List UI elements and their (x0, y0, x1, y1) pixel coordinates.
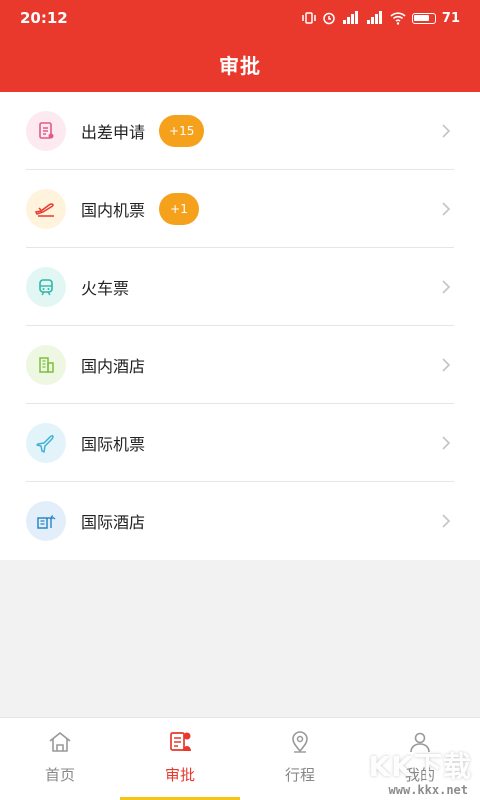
list-item-label: 国内酒店 (81, 357, 146, 376)
wifi-icon (390, 11, 406, 25)
hotel-building-icon (26, 345, 66, 385)
battery-level: 71 (441, 10, 460, 26)
app-header: 审批 (0, 36, 480, 92)
list-item-international-hotel[interactable]: 国际酒店 (0, 482, 480, 560)
resort-hotel-icon (26, 501, 66, 541)
tab-label: 审批 (164, 766, 195, 784)
tab-label: 行程 (284, 766, 315, 784)
train-icon (26, 267, 66, 307)
chevron-right-icon (438, 123, 454, 139)
status-icons: 71 (302, 11, 460, 26)
list-item-domestic-hotel[interactable]: 国内酒店 (0, 326, 480, 404)
tab-mine[interactable]: 我的 (360, 718, 480, 800)
list-item-label: 出差申请 (81, 123, 146, 142)
tab-label: 我的 (404, 766, 435, 784)
user-icon (407, 730, 433, 758)
list-item-business-trip[interactable]: 出差申请 +15 (0, 92, 480, 170)
alarm-icon (322, 11, 336, 25)
plane-icon (26, 423, 66, 463)
signal-icon (366, 11, 384, 25)
list-item-train-ticket[interactable]: 火车票 (0, 248, 480, 326)
status-time: 20:12 (20, 9, 68, 27)
tab-home[interactable]: 首页 (0, 718, 120, 800)
approval-icon (167, 730, 193, 758)
list-item-label: 国际酒店 (81, 513, 146, 532)
list-item-label: 国内机票 (81, 201, 146, 220)
signal-icon (342, 11, 360, 25)
chevron-right-icon (438, 201, 454, 217)
bottom-tab-bar: 首页 审批 行程 我的 (0, 717, 480, 800)
vibrate-icon (302, 11, 316, 25)
chevron-right-icon (438, 513, 454, 529)
approval-list: 出差申请 +15 国内机票 +1 火车票 国内酒店 国际机票 国际酒店 (0, 92, 480, 560)
chevron-right-icon (438, 435, 454, 451)
tab-label: 首页 (44, 766, 75, 784)
tab-itinerary[interactable]: 行程 (240, 718, 360, 800)
status-bar: 20:12 71 (0, 0, 480, 36)
battery-icon (411, 12, 436, 24)
home-icon (47, 730, 73, 758)
list-item-label: 火车票 (81, 279, 130, 298)
list-item-label: 国际机票 (81, 435, 146, 454)
tab-approval[interactable]: 审批 (120, 718, 240, 800)
plane-takeoff-icon (26, 189, 66, 229)
location-pin-icon (287, 730, 313, 758)
count-badge: +1 (159, 193, 200, 225)
chevron-right-icon (438, 357, 454, 373)
count-badge: +15 (159, 115, 205, 147)
list-item-international-flight[interactable]: 国际机票 (0, 404, 480, 482)
chevron-right-icon (438, 279, 454, 295)
list-item-domestic-flight[interactable]: 国内机票 +1 (0, 170, 480, 248)
page-title: 审批 (219, 53, 261, 78)
document-icon (26, 111, 66, 151)
